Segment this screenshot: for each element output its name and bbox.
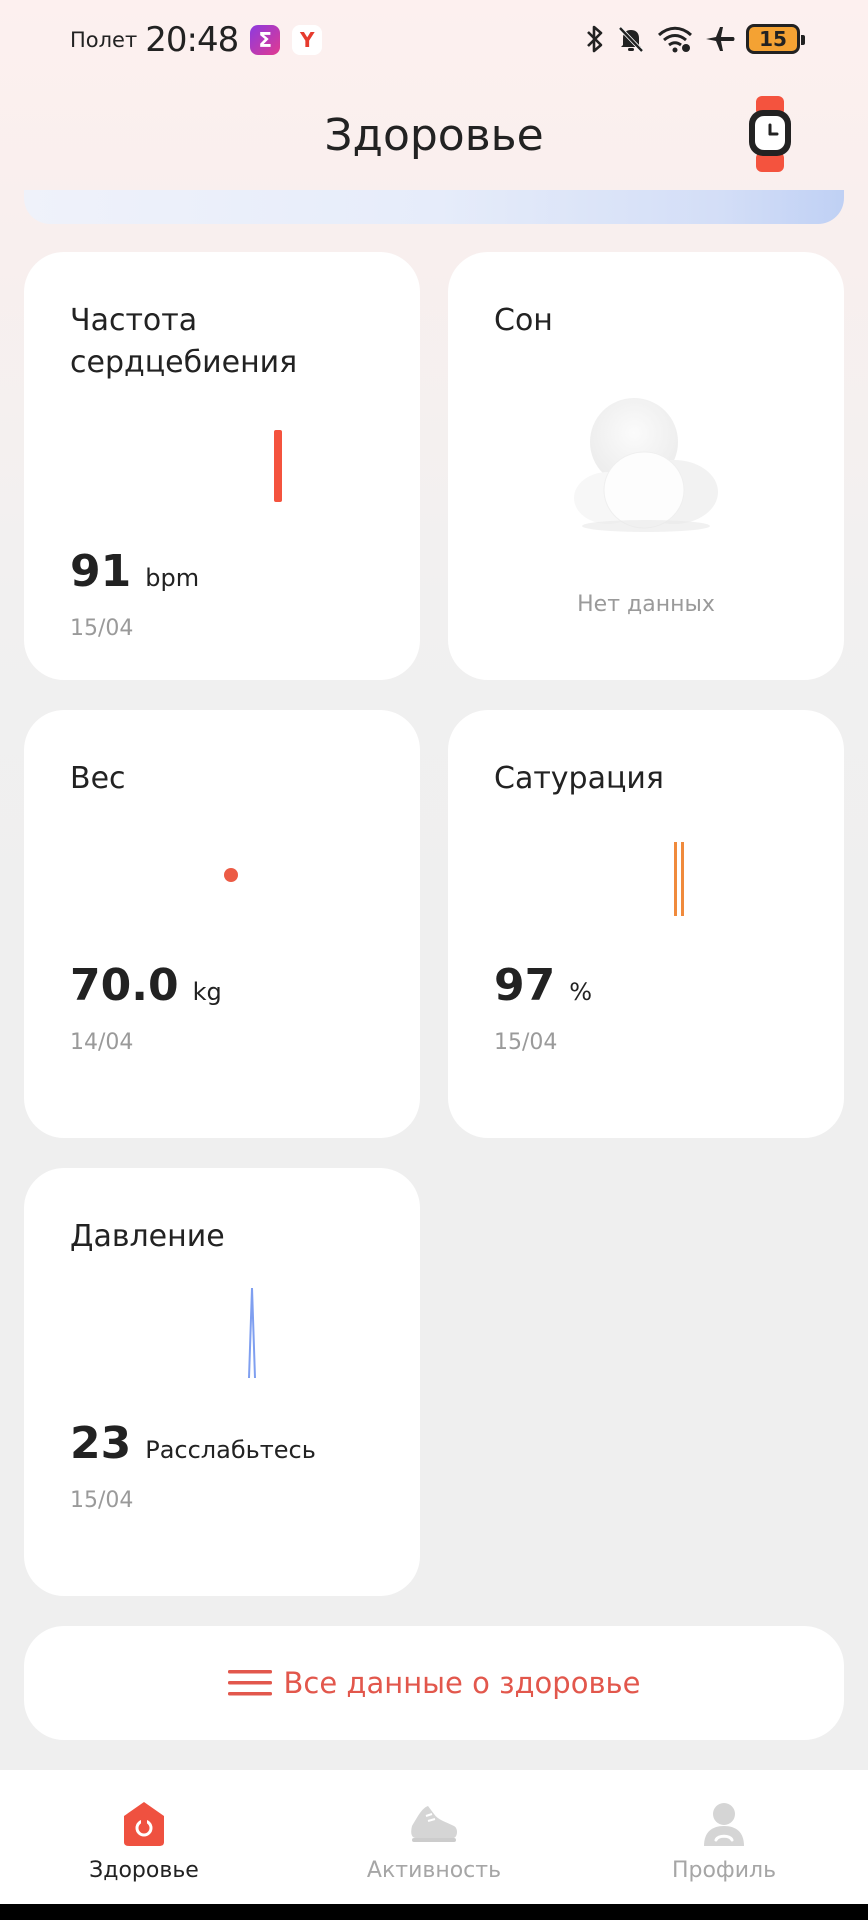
sleep-cloud-moon-icon: [574, 398, 718, 532]
saturation-card[interactable]: Сатурация 97 % 15/04: [448, 710, 844, 1138]
heart-rate-date: 15/04: [70, 616, 134, 641]
pressure-date: 15/04: [70, 1488, 134, 1513]
page-title: Здоровье: [324, 110, 544, 161]
health-icon: [124, 1802, 164, 1846]
nav-health[interactable]: Здоровье: [24, 1770, 264, 1904]
smartwatch-icon[interactable]: [746, 94, 794, 174]
saturation-unit: %: [569, 978, 593, 1006]
heart-rate-card[interactable]: Частота сердцебиения 91 bpm 15/04: [24, 252, 420, 680]
wifi-icon: [657, 26, 693, 53]
weight-unit: kg: [192, 978, 222, 1006]
sigma-icon: Σ: [250, 25, 281, 55]
pressure-card[interactable]: Давление 23 Расслабьтесь 15/04: [24, 1168, 420, 1596]
yandex-icon: Y: [292, 25, 323, 55]
clock: 20:48: [145, 20, 239, 60]
card-title: Сон: [494, 303, 553, 338]
heart-rate-unit: bpm: [145, 564, 200, 592]
shoe-icon: [411, 1806, 457, 1842]
status-bar: Полет 20:48 Σ Y 15: [0, 0, 868, 86]
saturation-date: 15/04: [494, 1030, 558, 1055]
nav-activity-label: Активность: [366, 1858, 502, 1883]
nav-activity[interactable]: Активность: [314, 1770, 554, 1904]
weight-value: 70.0: [70, 960, 179, 1011]
health-screen: Полет 20:48 Σ Y 15 Здоровье Частота серд…: [0, 0, 868, 1920]
profile-icon: [704, 1803, 744, 1846]
heart-rate-graph: [274, 430, 282, 502]
battery-level: 15: [759, 27, 787, 51]
card-title: Давление: [70, 1219, 225, 1254]
pressure-graph: [248, 1287, 256, 1379]
saturation-graph: [674, 842, 684, 916]
all-health-data-button[interactable]: Все данные о здоровье: [24, 1626, 844, 1740]
heart-rate-value: 91: [70, 546, 132, 597]
bluetooth-icon: [587, 25, 603, 53]
nav-health-label: Здоровье: [89, 1858, 199, 1883]
airplane-icon: [706, 27, 735, 51]
bell-muted-icon: [618, 26, 644, 53]
nav-profile-label: Профиль: [671, 1858, 777, 1883]
card-title: Вес: [70, 761, 126, 796]
sleep-no-data: Нет данных: [577, 592, 715, 617]
pressure-status: Расслабьтесь: [145, 1436, 316, 1464]
all-health-data-label: Все данные о здоровье: [283, 1666, 641, 1700]
pressure-value: 23: [70, 1418, 132, 1469]
bottom-navigation: Здоровье Активность Профиль: [0, 1770, 868, 1904]
carrier-label: Полет: [70, 28, 138, 52]
card-title: Сатурация: [494, 761, 664, 796]
weight-date: 14/04: [70, 1030, 134, 1055]
weight-graph: [224, 868, 238, 882]
card-title: Частота сердцебиения: [70, 303, 298, 380]
promo-banner[interactable]: [24, 190, 844, 224]
system-navigation-bar: [0, 1904, 868, 1920]
nav-profile[interactable]: Профиль: [604, 1770, 844, 1904]
sleep-card[interactable]: Сон Нет данных: [448, 252, 844, 680]
saturation-value: 97: [494, 960, 556, 1011]
weight-card[interactable]: Вес 70.0 kg 14/04: [24, 710, 420, 1138]
battery-indicator: 15: [746, 24, 805, 54]
menu-icon: [227, 1670, 272, 1696]
